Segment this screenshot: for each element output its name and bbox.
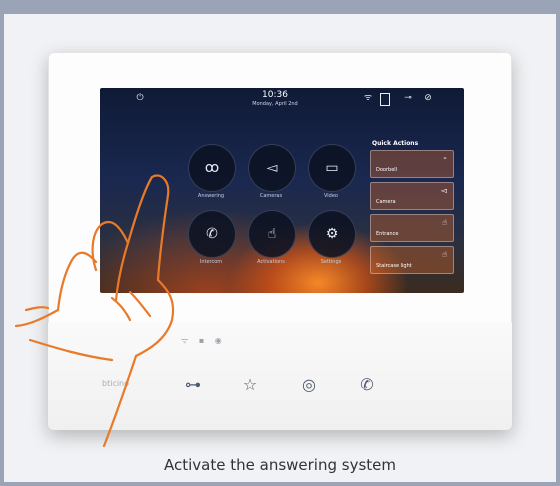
caption: Activate the answering system <box>164 456 396 474</box>
ring-finger <box>56 251 98 312</box>
finger-back <box>114 175 154 302</box>
thumb <box>134 278 175 358</box>
index-finger <box>150 174 170 282</box>
knuckle-2 <box>110 296 132 322</box>
knuckle-1 <box>128 290 152 318</box>
palm-left <box>14 308 60 328</box>
wrist-line <box>102 354 138 448</box>
palm-lower <box>28 338 114 362</box>
cuff-line <box>24 306 50 312</box>
hand-illustration <box>14 174 175 448</box>
